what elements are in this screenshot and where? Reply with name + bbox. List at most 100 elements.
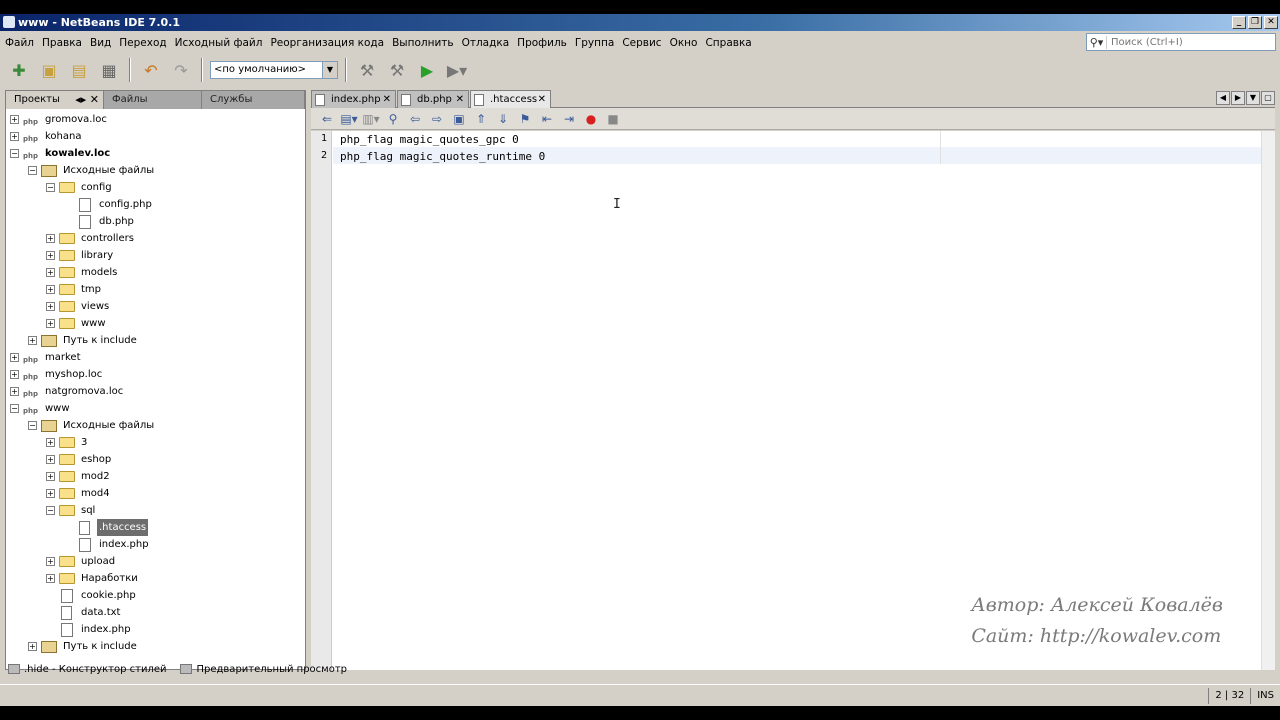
tree-node[interactable]: + Путь к include bbox=[28, 638, 139, 655]
undo-icon[interactable]: ↶ bbox=[138, 57, 164, 83]
expand-icon[interactable]: + bbox=[46, 285, 55, 294]
tree-node[interactable]: + controllers bbox=[46, 230, 136, 247]
menu-team[interactable]: Группа bbox=[572, 37, 617, 49]
tree-node[interactable]: db.php bbox=[64, 213, 136, 230]
maximize-editor-icon[interactable]: ▢ bbox=[1261, 91, 1275, 105]
menu-edit[interactable]: Правка bbox=[39, 37, 85, 49]
expand-icon[interactable]: + bbox=[10, 353, 19, 362]
vertical-scrollbar[interactable] bbox=[1261, 131, 1275, 670]
tree-node[interactable]: config.php bbox=[64, 196, 154, 213]
expand-icon[interactable]: + bbox=[46, 438, 55, 447]
preview-tab[interactable]: Предварительный просмотр bbox=[180, 664, 347, 675]
css-styles-tab[interactable]: .hide - Конструктор стилей bbox=[8, 664, 166, 675]
expand-icon[interactable]: + bbox=[10, 115, 19, 124]
minimize-button[interactable]: _ bbox=[1232, 16, 1246, 29]
tab-projects[interactable]: Проекты ◂▸ ✕ bbox=[6, 91, 104, 109]
tab-index-php[interactable]: index.php ✕ bbox=[311, 90, 396, 108]
menu-window[interactable]: Окно bbox=[667, 37, 701, 49]
tree-node[interactable]: + kohana bbox=[10, 128, 83, 148]
previous-bookmark-icon[interactable]: ⇑ bbox=[471, 110, 491, 128]
collapse-icon[interactable]: − bbox=[28, 166, 37, 175]
redo-icon[interactable]: ↷ bbox=[168, 57, 194, 83]
code-line[interactable]: php_flag magic_quotes_runtime 0 bbox=[340, 150, 545, 163]
expand-icon[interactable]: + bbox=[28, 336, 37, 345]
save-all-icon[interactable]: ▦ bbox=[96, 57, 122, 83]
shift-left-icon[interactable]: ⇤ bbox=[537, 110, 557, 128]
stop-macro-icon[interactable]: ■ bbox=[603, 110, 623, 128]
tree-node[interactable]: − www bbox=[10, 400, 72, 420]
new-project-icon[interactable]: ▣ bbox=[36, 57, 62, 83]
tree-node[interactable]: + gromova.loc bbox=[10, 111, 109, 131]
find-next-icon[interactable]: ⇨ bbox=[427, 110, 447, 128]
search-input[interactable] bbox=[1107, 36, 1275, 48]
close-icon[interactable]: ✕ bbox=[383, 91, 391, 108]
expand-icon[interactable]: + bbox=[46, 574, 55, 583]
chevron-down-icon[interactable]: ▼ bbox=[322, 62, 337, 78]
expand-icon[interactable]: + bbox=[46, 302, 55, 311]
toggle-highlight-icon[interactable]: ▣ bbox=[449, 110, 469, 128]
collapse-icon[interactable]: − bbox=[28, 421, 37, 430]
search-icon[interactable]: ⚲▾ bbox=[1087, 35, 1107, 49]
expand-icon[interactable]: + bbox=[46, 234, 55, 243]
close-icon[interactable]: ✕ bbox=[538, 91, 546, 108]
history-icon[interactable]: ▤▾ bbox=[339, 110, 359, 128]
shift-right-icon[interactable]: ⇥ bbox=[559, 110, 579, 128]
find-previous-icon[interactable]: ⇦ bbox=[405, 110, 425, 128]
tree-node[interactable]: + eshop bbox=[46, 451, 113, 468]
tree-node[interactable]: − config bbox=[46, 179, 114, 196]
tab-files[interactable]: Файлы bbox=[104, 91, 202, 109]
tree-node[interactable]: − sql bbox=[46, 502, 97, 519]
code-line[interactable]: php_flag magic_quotes_gpc 0 bbox=[340, 133, 519, 146]
tree-node[interactable]: + library bbox=[46, 247, 115, 264]
tree-node[interactable]: + models bbox=[46, 264, 119, 281]
close-icon[interactable]: ✕ bbox=[456, 91, 464, 108]
find-icon[interactable]: ⚲ bbox=[383, 110, 403, 128]
tree-node[interactable]: + natgromova.loc bbox=[10, 383, 125, 403]
tree-node[interactable]: − kowalev.loc bbox=[10, 145, 112, 165]
clean-build-icon[interactable]: ⚒ bbox=[384, 57, 410, 83]
tree-node[interactable]: + www bbox=[46, 315, 108, 332]
quick-search-box[interactable]: ⚲▾ bbox=[1086, 33, 1276, 51]
tab-services[interactable]: Службы bbox=[202, 91, 305, 109]
tree-node[interactable]: index.php bbox=[64, 536, 151, 553]
restore-button[interactable]: ❐ bbox=[1248, 16, 1262, 29]
open-project-icon[interactable]: ▤ bbox=[66, 57, 92, 83]
new-file-icon[interactable]: ✚ bbox=[6, 57, 32, 83]
expand-icon[interactable]: + bbox=[46, 455, 55, 464]
scroll-right-icon[interactable]: ▶ bbox=[1231, 91, 1245, 105]
menu-help[interactable]: Справка bbox=[702, 37, 754, 49]
toggle-bookmark-icon[interactable]: ⚑ bbox=[515, 110, 535, 128]
expand-icon[interactable]: + bbox=[46, 251, 55, 260]
tab-list-icon[interactable]: ▼ bbox=[1246, 91, 1260, 105]
menu-source[interactable]: Исходный файл bbox=[172, 37, 266, 49]
build-hammer-icon[interactable]: ⚒ bbox=[354, 57, 380, 83]
tree-node[interactable]: data.txt bbox=[46, 604, 122, 621]
collapse-icon[interactable]: − bbox=[46, 506, 55, 515]
menu-profile[interactable]: Профиль bbox=[514, 37, 570, 49]
tree-node[interactable]: + Наработки bbox=[46, 570, 140, 587]
tree-node[interactable]: − Исходные файлы bbox=[28, 417, 156, 434]
expand-icon[interactable]: + bbox=[46, 489, 55, 498]
tab-htaccess[interactable]: .htaccess ✕ bbox=[470, 90, 551, 108]
expand-icon[interactable]: + bbox=[46, 557, 55, 566]
expand-icon[interactable]: + bbox=[46, 472, 55, 481]
record-macro-icon[interactable]: ● bbox=[581, 110, 601, 128]
tree-node[interactable]: + market bbox=[10, 349, 83, 369]
configuration-select[interactable]: <по умолчанию> ▼ bbox=[210, 61, 338, 79]
tree-node[interactable]: + Путь к include bbox=[28, 332, 139, 349]
menu-refactor[interactable]: Реорганизация кода bbox=[267, 37, 387, 49]
next-bookmark-icon[interactable]: ⇓ bbox=[493, 110, 513, 128]
code-area[interactable]: 1 2 php_flag magic_quotes_gpc 0 php_flag… bbox=[311, 131, 1275, 670]
collapse-icon[interactable]: − bbox=[10, 404, 19, 413]
expand-icon[interactable]: + bbox=[10, 387, 19, 396]
tree-node[interactable]: cookie.php bbox=[46, 587, 138, 604]
tree-node[interactable]: + tmp bbox=[46, 281, 103, 298]
tree-node[interactable]: +3 bbox=[46, 434, 89, 451]
forward-icon[interactable]: ▥▾ bbox=[361, 110, 381, 128]
close-icon[interactable]: ◂▸ ✕ bbox=[75, 91, 99, 108]
expand-icon[interactable]: + bbox=[10, 370, 19, 379]
expand-icon[interactable]: + bbox=[28, 642, 37, 651]
close-window-button[interactable]: ✕ bbox=[1264, 16, 1278, 29]
collapse-icon[interactable]: − bbox=[10, 149, 19, 158]
tree-node[interactable]: index.php bbox=[46, 621, 133, 638]
